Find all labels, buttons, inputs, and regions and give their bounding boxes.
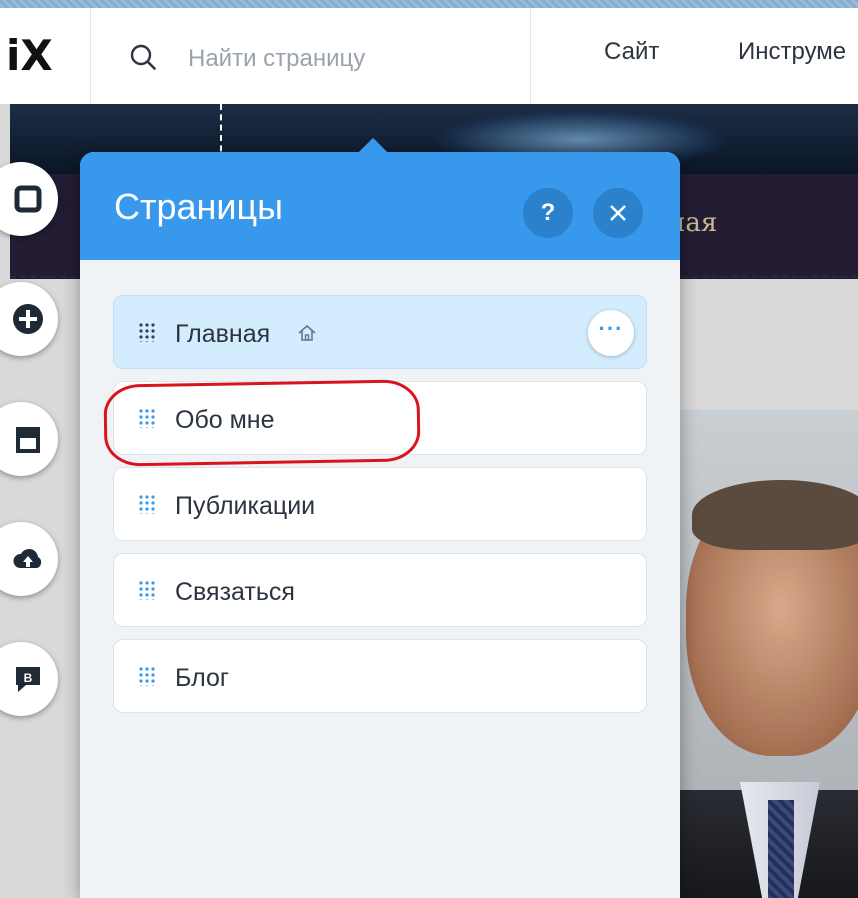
profile-photo[interactable] [680, 410, 858, 898]
store-icon [16, 427, 40, 453]
drag-handle-icon[interactable] [138, 580, 156, 600]
menu-tools[interactable]: Инструме [738, 38, 846, 66]
page-label: Блог [175, 664, 230, 692]
menu-site[interactable]: Сайт [604, 38, 659, 66]
blog-icon: B [16, 667, 40, 692]
divider [530, 8, 531, 104]
drag-handle-icon[interactable] [138, 666, 156, 686]
home-icon [298, 324, 316, 341]
page-label: Публикации [175, 492, 316, 520]
drag-handle-icon[interactable] [138, 322, 156, 342]
page-label: Связаться [175, 578, 295, 606]
page-search-input[interactable] [186, 38, 520, 80]
search-icon[interactable] [130, 44, 156, 70]
page-item-contact[interactable]: Связаться [113, 553, 647, 627]
annotation-highlight [103, 379, 421, 467]
page-list: Главная ··· Обо мне Публикации Связаться… [113, 295, 647, 725]
svg-text:B: B [24, 671, 33, 685]
upload-icon [13, 549, 42, 568]
close-icon [610, 205, 626, 221]
help-button[interactable]: ? [523, 188, 573, 238]
photo-hair [692, 480, 858, 550]
add-icon [13, 304, 43, 334]
page-more-button[interactable]: ··· [588, 310, 634, 356]
pages-panel: Страницы ? Главная ··· Обо мне Публикаци… [80, 137, 680, 898]
editor-top-bar: iX Сайт Инструме [0, 8, 858, 105]
page-item-home[interactable]: Главная ··· [113, 295, 647, 369]
page-label: Главная [175, 320, 271, 348]
pages-panel-header: Страницы ? [80, 152, 680, 260]
pages-panel-title: Страницы [114, 186, 284, 227]
photo-tie [768, 800, 794, 898]
page-item-blog[interactable]: Блог [113, 639, 647, 713]
wix-logo[interactable]: iX [0, 8, 91, 104]
close-button[interactable] [593, 188, 643, 238]
page-item-publications[interactable]: Публикации [113, 467, 647, 541]
drag-handle-icon[interactable] [138, 494, 156, 514]
pages-icon [14, 185, 42, 213]
